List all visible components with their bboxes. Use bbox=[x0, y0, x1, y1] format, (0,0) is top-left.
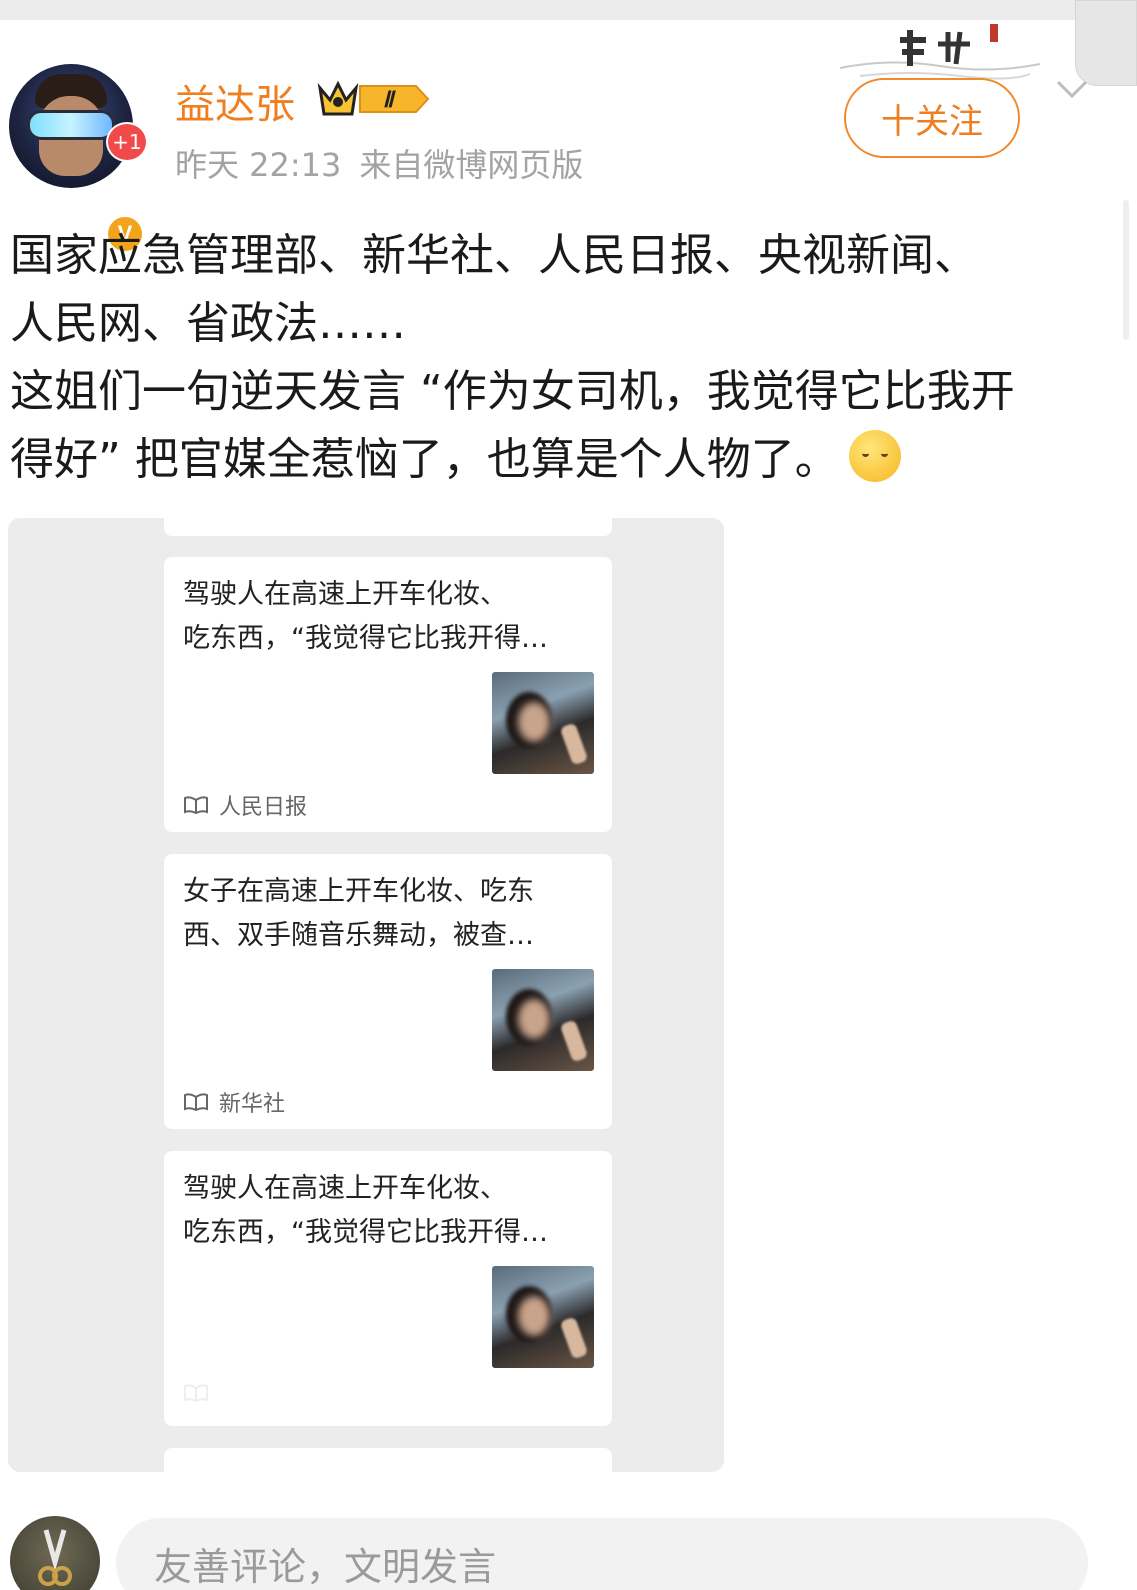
news-card-thumbnail bbox=[492, 672, 594, 774]
news-card-line-1: 驾驶人在高速上开车化妆、 bbox=[183, 1173, 507, 1204]
author-name[interactable]: 益达张 bbox=[175, 72, 295, 130]
follow-button[interactable]: 十关注 bbox=[844, 78, 1020, 158]
notification-badge: +1 bbox=[106, 122, 148, 162]
news-card-text: 驾驶人在高速上开车化妆、 吃东西，“我觉得它比我开得… bbox=[183, 1167, 603, 1255]
news-source-name: 人民日报 bbox=[219, 795, 308, 820]
news-card-line-1: 驾驶人在高速上开车化妆、 bbox=[183, 579, 507, 610]
crown-level-icon: Ⅱ bbox=[317, 80, 430, 116]
news-card[interactable]: 驾驶人在高速上开车化妆、 吃东西，“我觉得它比我开得… 人民日报 bbox=[164, 557, 612, 832]
post-image[interactable]: 驾驶人在高速上开车化妆、 吃东西，“我觉得它比我开得… 人民日报 女子在高速上开… bbox=[8, 518, 724, 1472]
news-card-thumbnail bbox=[492, 1266, 594, 1368]
post-line-4: 得好” 把官媒全惹恼了，也算是个人物了。 bbox=[10, 426, 1110, 494]
news-card-line-2: 吃东西，“我觉得它比我开得… bbox=[183, 623, 548, 654]
user-avatar[interactable] bbox=[10, 1516, 100, 1590]
scissors-icon bbox=[38, 1529, 72, 1586]
post-line-4-text: 得好” 把官媒全惹恼了，也算是个人物了。 bbox=[10, 434, 839, 485]
post-time: 昨天 22:13 bbox=[175, 146, 342, 184]
news-card[interactable]: 驾驶人在高速上开车化妆、 吃东西，“我觉得它比我开得… bbox=[164, 1151, 612, 1426]
author-avatar[interactable]: +1 V bbox=[9, 64, 148, 254]
news-card-text: 女子在高速上开车化妆、吃东 西、双手随音乐舞动，被查… bbox=[183, 870, 603, 958]
vr-visor-icon bbox=[27, 110, 115, 140]
shy-smile-emoji-icon bbox=[848, 430, 901, 482]
news-card-source bbox=[183, 1383, 219, 1403]
news-card-thumbnail bbox=[492, 969, 594, 1071]
comment-input[interactable]: 友善评论，文明发言 bbox=[116, 1518, 1088, 1590]
post-meta: 昨天 22:13 来自微博网页版 bbox=[175, 140, 583, 186]
scrollbar[interactable] bbox=[1123, 200, 1129, 340]
news-source-name: 新华社 bbox=[219, 1092, 286, 1117]
news-card-line-2: 吃东西，“我觉得它比我开得… bbox=[183, 1217, 548, 1248]
news-card-source: 人民日报 bbox=[183, 789, 307, 821]
comment-bar: 友善评论，文明发言 bbox=[0, 1510, 1137, 1590]
open-book-icon bbox=[184, 796, 208, 815]
partial-card-top bbox=[164, 518, 612, 536]
post-line-2: 人民网、省政法…… bbox=[10, 298, 406, 349]
chevron-down-icon[interactable] bbox=[1052, 74, 1092, 104]
partial-card-bottom bbox=[164, 1448, 612, 1472]
news-card[interactable]: 女子在高速上开车化妆、吃东 西、双手随音乐舞动，被查… 新华社 bbox=[164, 854, 612, 1129]
open-book-icon bbox=[184, 1093, 208, 1112]
top-status-strip bbox=[0, 0, 1137, 20]
open-book-icon bbox=[184, 1384, 208, 1403]
post-body: 国家应急管理部、新华社、人民日报、央视新闻、 人民网、省政法…… 这姐们一句逆天发言… bbox=[10, 222, 1110, 494]
news-card-text: 驾驶人在高速上开车化妆、 吃东西，“我觉得它比我开得… bbox=[183, 573, 603, 661]
post-source: 来自微博网页版 bbox=[359, 146, 584, 184]
news-card-line-2: 西、双手随音乐舞动，被查… bbox=[183, 920, 534, 951]
post-line-1: 国家应急管理部、新华社、人民日报、央视新闻、 bbox=[10, 230, 978, 281]
post-line-3: 这姐们一句逆天发言 “作为女司机，我觉得它比我开 bbox=[10, 366, 1015, 417]
news-card-source: 新华社 bbox=[183, 1086, 285, 1118]
news-card-line-1: 女子在高速上开车化妆、吃东 bbox=[183, 876, 534, 907]
